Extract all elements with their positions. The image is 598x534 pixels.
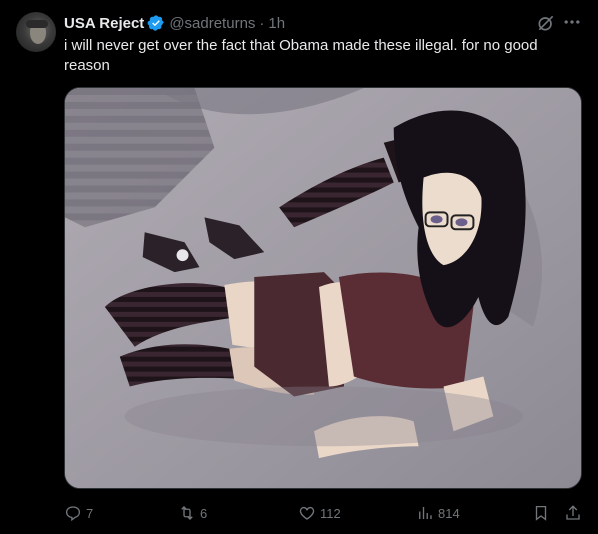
like-icon <box>299 506 315 520</box>
more-icon[interactable] <box>562 12 582 32</box>
tweet-text: i will never get over the fact that Obam… <box>64 37 538 74</box>
grok-icon[interactable] <box>536 13 556 33</box>
like-count: 112 <box>320 505 341 521</box>
display-name[interactable]: USA Reject <box>64 15 144 32</box>
retweet-count: 6 <box>200 505 208 521</box>
anime-girl-illustration <box>65 88 581 488</box>
views-button[interactable]: 814 <box>416 502 460 524</box>
tweet: USA Reject @sadreturns · 1h i will never… <box>0 0 598 534</box>
avatar-hat <box>26 20 48 28</box>
reply-count: 7 <box>86 505 94 521</box>
separator-dot: · <box>259 14 265 32</box>
timestamp[interactable]: 1h <box>268 15 285 32</box>
views-icon <box>419 507 432 519</box>
verified-badge-icon[interactable] <box>147 14 165 32</box>
tweet-image[interactable] <box>64 87 582 489</box>
bookmark-button[interactable] <box>532 502 554 524</box>
action-bar: 7 6 112 814 <box>64 502 582 524</box>
reply-button[interactable]: 7 <box>64 502 93 524</box>
reply-icon <box>65 506 81 522</box>
retweet-icon <box>181 506 193 520</box>
tweet-header: USA Reject @sadreturns · 1h <box>64 12 285 34</box>
avatar[interactable] <box>16 12 56 52</box>
share-icon <box>566 505 580 520</box>
like-button[interactable]: 112 <box>298 502 341 524</box>
retweet-button[interactable]: 6 <box>178 502 207 524</box>
bookmark-icon <box>535 505 547 521</box>
share-button[interactable] <box>564 502 586 524</box>
handle[interactable]: @sadreturns <box>169 15 255 32</box>
views-count: 814 <box>438 505 460 521</box>
